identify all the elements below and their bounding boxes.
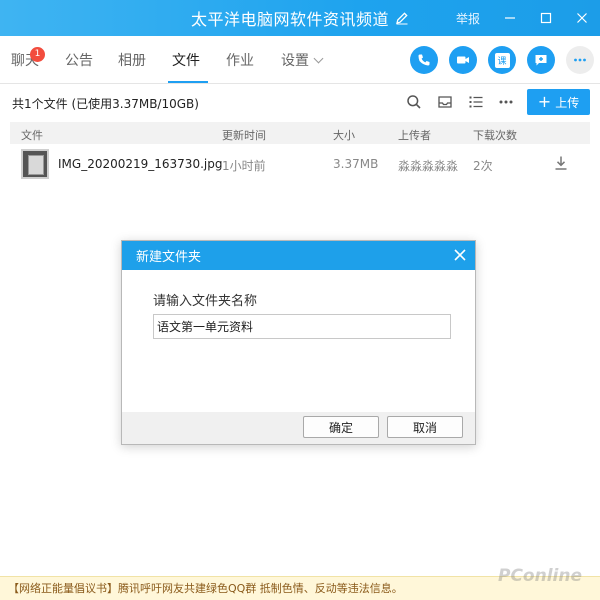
more-icon xyxy=(574,58,586,62)
watermark: PConline xyxy=(498,566,583,586)
file-size: 3.37MB xyxy=(333,157,379,171)
class-button[interactable]: 课 xyxy=(488,46,516,74)
unread-badge: 1 xyxy=(30,47,45,62)
phone-call-button[interactable] xyxy=(410,46,438,74)
file-download-count: 2次 xyxy=(473,159,493,173)
upload-button[interactable]: + 上传 xyxy=(527,89,590,115)
inbox-icon[interactable] xyxy=(437,94,453,110)
file-name[interactable]: IMG_20200219_163730.jpg xyxy=(58,157,222,171)
class-icon: 课 xyxy=(494,52,510,68)
tab-settings-label: 设置 xyxy=(281,53,309,69)
tab-homework[interactable]: 作业 xyxy=(226,50,254,70)
image-thumbnail xyxy=(21,149,49,179)
maximize-button[interactable] xyxy=(528,0,564,36)
list-view-icon[interactable] xyxy=(468,94,484,110)
file-updated-time: 1小时前 xyxy=(222,159,266,173)
video-call-button[interactable] xyxy=(449,46,477,74)
column-header-uploader[interactable]: 上传者 xyxy=(398,127,431,143)
window-controls: 举报 xyxy=(456,0,600,36)
dialog-title: 新建文件夹 xyxy=(136,250,202,265)
add-chat-button[interactable] xyxy=(527,46,555,74)
table-row[interactable]: IMG_20200219_163730.jpg 1小时前 3.37MB 淼淼淼淼… xyxy=(10,146,590,182)
dialog-footer: 确定 取消 xyxy=(122,412,475,444)
file-table-header: 文件 更新时间 大小 上传者 下载次数 xyxy=(10,122,590,144)
toolbar-more-icon[interactable] xyxy=(498,94,514,110)
plus-icon: + xyxy=(537,92,552,111)
file-uploader[interactable]: 淼淼淼淼淼 xyxy=(398,157,458,174)
tab-album[interactable]: 相册 xyxy=(118,50,146,70)
column-header-size[interactable]: 大小 xyxy=(333,127,355,143)
cancel-button[interactable]: 取消 xyxy=(387,416,463,438)
storage-summary: 共1个文件 (已使用3.37MB/10GB) xyxy=(12,97,199,111)
search-icon[interactable] xyxy=(406,94,422,110)
download-icon[interactable] xyxy=(554,155,568,174)
minimize-button[interactable] xyxy=(492,0,528,36)
file-toolbar: 共1个文件 (已使用3.37MB/10GB) xyxy=(0,84,600,120)
new-folder-dialog: 新建文件夹 请输入文件夹名称 确定 取消 xyxy=(121,240,476,445)
edit-title-icon[interactable] xyxy=(395,11,409,25)
column-header-updated[interactable]: 更新时间 xyxy=(222,127,266,143)
folder-name-input[interactable] xyxy=(153,314,451,339)
add-chat-icon xyxy=(535,55,547,66)
column-header-file[interactable]: 文件 xyxy=(21,127,43,143)
active-tab-indicator xyxy=(168,81,208,83)
upload-label: 上传 xyxy=(555,95,580,110)
dialog-header: 新建文件夹 xyxy=(122,241,475,270)
tab-files[interactable]: 文件 xyxy=(172,50,200,70)
more-actions-button[interactable] xyxy=(566,46,594,74)
folder-name-prompt: 请输入文件夹名称 xyxy=(153,294,258,309)
column-header-downloads[interactable]: 下载次数 xyxy=(473,127,517,143)
chevron-down-icon xyxy=(313,53,324,64)
confirm-button[interactable]: 确定 xyxy=(303,416,379,438)
close-icon[interactable] xyxy=(453,248,467,262)
tab-announcement[interactable]: 公告 xyxy=(65,50,93,70)
video-icon xyxy=(457,56,469,64)
phone-icon xyxy=(418,54,430,66)
close-window-button[interactable] xyxy=(564,0,600,36)
report-link[interactable]: 举报 xyxy=(456,10,480,27)
title-bar: 太平洋电脑网软件资讯频道 举报 xyxy=(0,0,600,36)
tab-settings[interactable]: 设置 xyxy=(281,50,324,70)
window-title: 太平洋电脑网软件资讯频道 xyxy=(190,10,389,29)
